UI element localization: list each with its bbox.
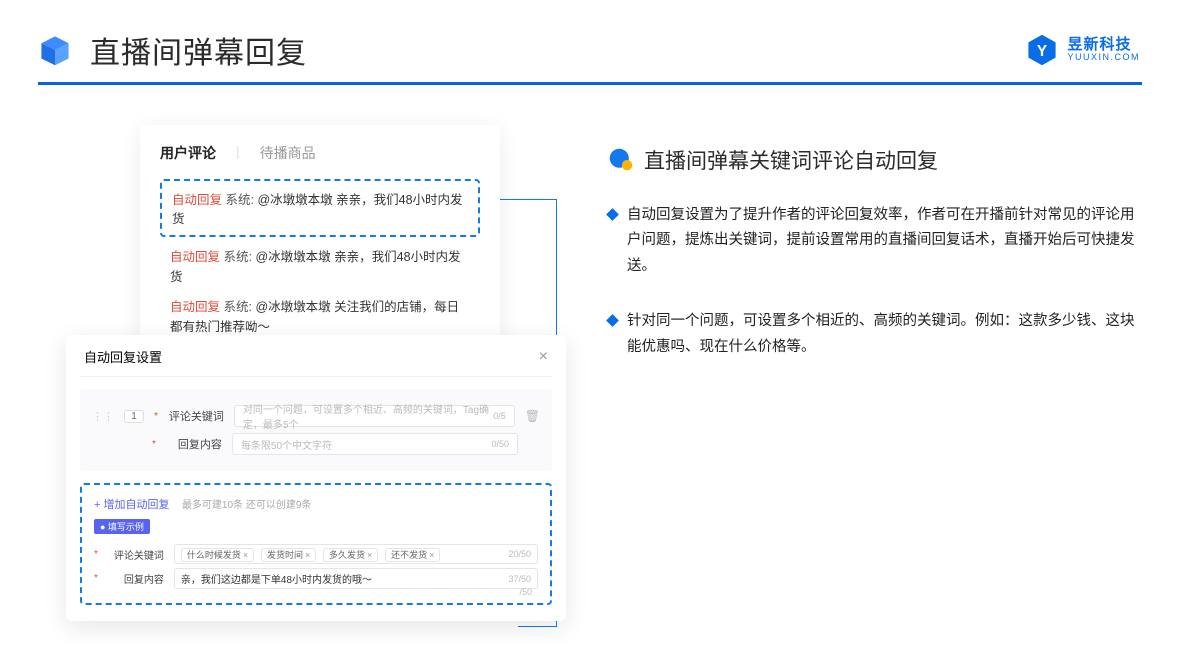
connector-line [518, 626, 556, 627]
placeholder-text: 每条限50个中文字符 [241, 437, 332, 452]
cube-icon [38, 33, 72, 67]
subsection-header: 直播间弹幕关键词评论自动回复 [608, 145, 1140, 175]
delete-icon[interactable]: 🗑 [525, 409, 540, 423]
keyword-tag[interactable]: 多久发货× [323, 548, 378, 562]
auto-reply-tag: 自动回复 [170, 300, 220, 314]
content-row: * 回复内容 每条限50个中文字符 0/50 [92, 433, 540, 455]
tab-user-comments[interactable]: 用户评论 [160, 143, 216, 163]
bullet-text: 针对同一个问题，可设置多个相近的、高频的关键词。例如：这款多少钱、这块能优惠吗、… [627, 309, 1140, 360]
rule-group: ⋮⋮ 1 * 评论关键词 对同一个问题，可设置多个相近、高频的关键词，Tag确定… [80, 389, 552, 471]
example-area: + 增加自动回复 最多可建10条 还可以创建9条 ● 填写示例 * 评论关键词 … [80, 483, 552, 605]
close-icon[interactable]: × [539, 348, 548, 366]
diamond-icon [606, 314, 619, 327]
bullet-text: 自动回复设置为了提升作者的评论回复效率，作者可在开播前针对常见的评论用户问题，提… [627, 203, 1140, 279]
keyword-input[interactable]: 对同一个问题，可设置多个相近、高频的关键词，Tag确定，最多5个 0/5 [234, 405, 515, 427]
auto-reply-tag: 自动回复 [170, 250, 220, 264]
tag-list: 什么时候发货× 发货时间× 多久发货× 还不发货× [181, 548, 444, 561]
list-item: 自动回复设置为了提升作者的评论回复效率，作者可在开播前针对常见的评论用户问题，提… [608, 203, 1140, 279]
left-column: 用户评论 | 待播商品 自动回复 系统: @冰墩墩本墩 亲亲，我们48小时内发货… [48, 125, 548, 390]
char-count: 37/50 [508, 574, 531, 584]
brand-text: 昱新科技 YUUXIN.COM [1067, 37, 1140, 63]
example-keyword-row: * 评论关键词 什么时候发货× 发货时间× 多久发货× 还不发货× 20/50 [94, 544, 538, 564]
required-mark: * [94, 573, 98, 584]
header: 直播间弹幕回复 Y 昱新科技 YUUXIN.COM [0, 0, 1180, 72]
connector-line [500, 199, 556, 200]
settings-card: 自动回复设置 × ⋮⋮ 1 * 评论关键词 对同一个问题，可设置多个相近、高频的… [66, 335, 566, 621]
content-input[interactable]: 每条限50个中文字符 0/50 [232, 433, 518, 455]
example-keyword-input[interactable]: 什么时候发货× 发货时间× 多久发货× 还不发货× 20/50 [174, 544, 538, 564]
char-count: 0/5 [493, 411, 506, 421]
placeholder-text: 对同一个问题，可设置多个相近、高频的关键词，Tag确定，最多5个 [243, 401, 493, 431]
example-content-row: * 回复内容 亲，我们这边都是下单48小时内发货的哦～ 37/50 [94, 568, 538, 589]
required-mark: * [152, 439, 156, 450]
diamond-icon [606, 208, 619, 221]
reply-line: 自动回复 系统: @冰墩墩本墩 关注我们的店铺，每日都有热门推荐呦～ [160, 287, 480, 337]
reply-line: 自动回复 系统: @冰墩墩本墩 亲亲，我们48小时内发货 [160, 237, 480, 287]
keyword-row: ⋮⋮ 1 * 评论关键词 对同一个问题，可设置多个相近、高频的关键词，Tag确定… [92, 405, 540, 427]
system-label: 系统: [226, 193, 254, 207]
system-label: 系统: [224, 250, 252, 264]
content: 用户评论 | 待播商品 自动回复 系统: @冰墩墩本墩 亲亲，我们48小时内发货… [0, 85, 1180, 390]
required-mark: * [154, 411, 158, 422]
char-count: 20/50 [508, 549, 531, 559]
index-box: 1 [124, 410, 144, 423]
add-reply-row: + 增加自动回复 最多可建10条 还可以创建9条 [94, 495, 538, 513]
list-item: 针对同一个问题，可设置多个相近的、高频的关键词。例如：这款多少钱、这块能优惠吗、… [608, 309, 1140, 360]
keyword-tag[interactable]: 什么时候发货× [181, 548, 254, 562]
bullet-list: 自动回复设置为了提升作者的评论回复效率，作者可在开播前针对常见的评论用户问题，提… [608, 203, 1140, 360]
brand-name-en: YUUXIN.COM [1067, 53, 1140, 63]
brand: Y 昱新科技 YUUXIN.COM [1025, 33, 1140, 67]
add-reply-link[interactable]: + 增加自动回复 [94, 499, 169, 511]
settings-title: 自动回复设置 [84, 347, 162, 366]
content-label: 回复内容 [108, 571, 164, 586]
example-badge: ● 填写示例 [94, 519, 150, 534]
keyword-tag[interactable]: 发货时间× [261, 548, 316, 562]
subsection-title: 直播间弹幕关键词评论自动回复 [644, 145, 938, 175]
required-mark: * [94, 549, 98, 560]
overflow-count: /50 [519, 587, 532, 597]
highlighted-reply: 自动回复 系统: @冰墩墩本墩 亲亲，我们48小时内发货 [160, 179, 480, 237]
tab-separator: | [236, 143, 240, 163]
tab-pending-goods[interactable]: 待播商品 [260, 143, 316, 163]
auto-reply-tag: 自动回复 [172, 193, 222, 207]
tabs: 用户评论 | 待播商品 [160, 143, 480, 163]
keyword-label: 评论关键词 [168, 408, 224, 424]
content-label: 回复内容 [166, 436, 222, 452]
svg-text:Y: Y [1037, 43, 1047, 60]
page-title: 直播间弹幕回复 [90, 28, 307, 72]
example-content-input[interactable]: 亲，我们这边都是下单48小时内发货的哦～ 37/50 [174, 568, 538, 589]
add-hint: 最多可建10条 还可以创建9条 [182, 500, 311, 511]
system-label: 系统: [224, 300, 252, 314]
chat-bubble-icon [608, 147, 634, 173]
right-column: 直播间弹幕关键词评论自动回复 自动回复设置为了提升作者的评论回复效率，作者可在开… [608, 125, 1140, 390]
header-left: 直播间弹幕回复 [38, 28, 307, 72]
keyword-tag[interactable]: 还不发货× [385, 548, 440, 562]
content-value: 亲，我们这边都是下单48小时内发货的哦～ [181, 571, 372, 586]
brand-name-cn: 昱新科技 [1067, 37, 1140, 54]
brand-logo-icon: Y [1025, 33, 1059, 67]
keyword-label: 评论关键词 [108, 547, 164, 562]
char-count: 0/50 [491, 439, 509, 449]
settings-header: 自动回复设置 × [80, 347, 552, 377]
drag-handle-icon[interactable]: ⋮⋮ [92, 410, 114, 423]
